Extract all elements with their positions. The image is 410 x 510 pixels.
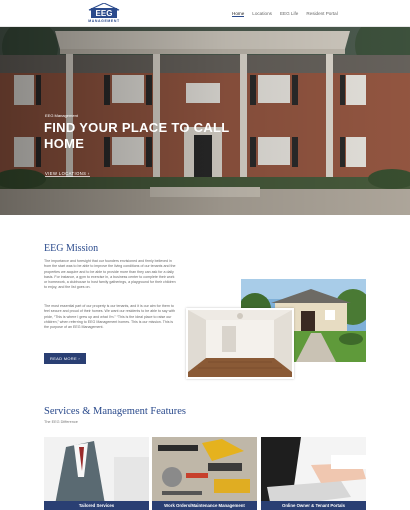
svg-text:EEG: EEG <box>96 9 113 18</box>
work-orders-photo <box>152 437 257 510</box>
mission-heading: EEG Mission <box>44 243 99 254</box>
eeg-logo[interactable]: EEG MANAGEMENT <box>84 3 124 25</box>
nav-eeg-life[interactable]: EEG Life <box>280 11 298 17</box>
card-label-work-orders: Work Orders/Maintenance Management <box>164 503 245 508</box>
page: EEG MANAGEMENT Home Locations EEG Life R… <box>0 0 410 510</box>
hero-title: FIND YOUR PLACE TO CALL HOME <box>44 120 230 151</box>
hero-banner: EEG Management FIND YOUR PLACE TO CALL H… <box>0 27 410 215</box>
site-header: EEG MANAGEMENT Home Locations EEG Life R… <box>0 0 410 27</box>
mission-paragraph-2: The most essential part of our property … <box>44 304 175 330</box>
nav-resident-portal[interactable]: Resident Portal <box>306 11 337 17</box>
mission-paragraph-1: The importance and foresight that our fo… <box>44 259 176 290</box>
card-label-portals: Online Owner & Tenant Portals <box>282 503 345 508</box>
service-card-portals[interactable]: Online Owner & Tenant Portals <box>261 437 366 510</box>
view-locations-link[interactable]: VIEW LOCATIONS › <box>45 171 90 177</box>
read-more-button[interactable]: READ MORE › <box>44 353 86 364</box>
nav-locations[interactable]: Locations <box>252 11 272 17</box>
view-locations-label: VIEW LOCATIONS › <box>45 171 90 177</box>
nav-home[interactable]: Home <box>232 11 245 17</box>
hero-kicker: EEG Management <box>45 113 78 118</box>
tailored-services-photo <box>44 437 149 510</box>
portals-photo <box>261 437 366 510</box>
card-label-tailored: Tailored Services <box>78 503 115 508</box>
eeg-logo-icon: EEG <box>88 3 120 18</box>
services-subheading: The EEG Difference <box>44 420 78 424</box>
service-card-tailored[interactable]: Tailored Services <box>44 437 149 510</box>
service-card-work-orders[interactable]: Work Orders/Maintenance Management <box>152 437 257 510</box>
services-heading: Services & Management Features <box>44 406 186 417</box>
apartment-interior-photo <box>186 308 294 379</box>
main-nav: Home Locations EEG Life Resident Portal <box>232 11 338 17</box>
logo-subtext: MANAGEMENT <box>88 19 120 23</box>
